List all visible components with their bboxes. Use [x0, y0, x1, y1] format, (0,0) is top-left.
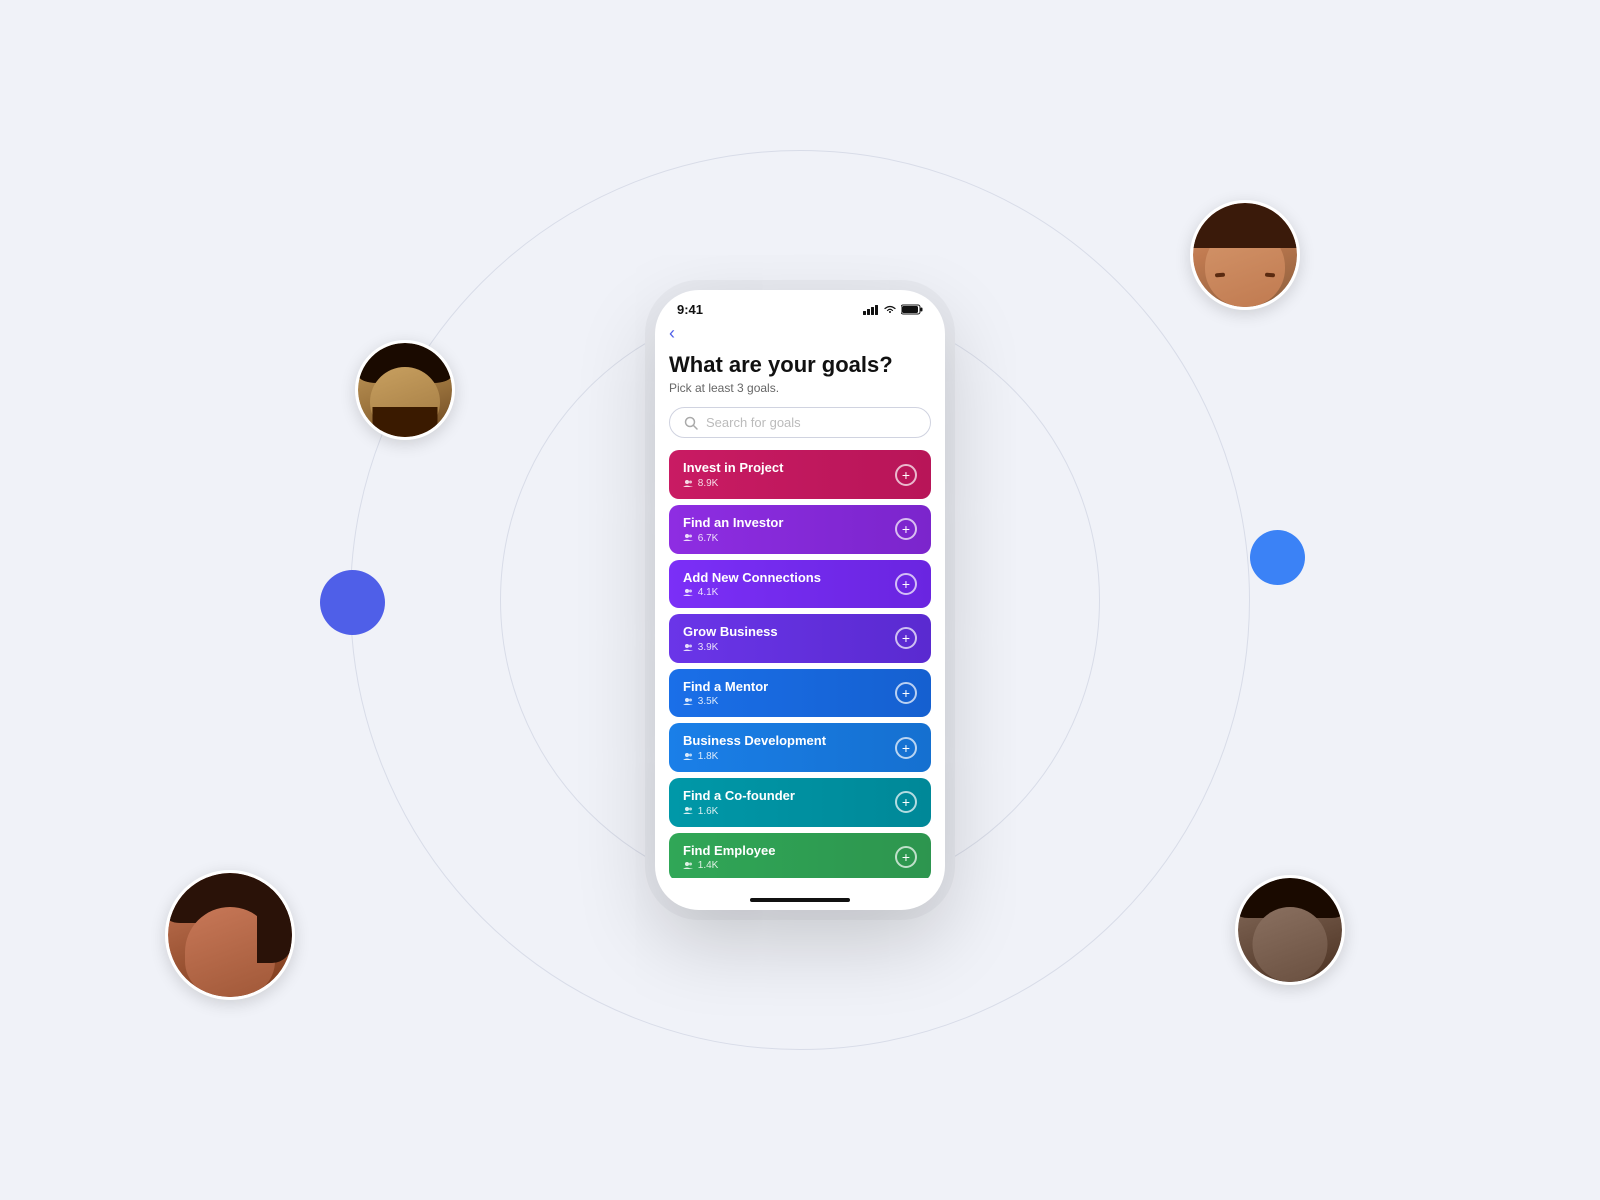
- goal-item[interactable]: Find an Investor 6.7K +: [669, 505, 931, 554]
- goal-name: Add New Connections: [683, 570, 821, 586]
- goal-add-button[interactable]: +: [895, 682, 917, 704]
- goal-count: 3.5K: [683, 696, 768, 707]
- goal-info: Find a Co-founder 1.6K: [683, 788, 795, 817]
- goal-info: Grow Business 3.9K: [683, 624, 778, 653]
- goal-name: Invest in Project: [683, 460, 783, 476]
- page-title: What are your goals?: [669, 352, 931, 378]
- goal-info: Find Employee 1.4K: [683, 843, 775, 872]
- goal-add-button[interactable]: +: [895, 573, 917, 595]
- status-bar: 9:41: [655, 290, 945, 323]
- goal-item[interactable]: Grow Business 3.9K +: [669, 614, 931, 663]
- goal-add-button[interactable]: +: [895, 518, 917, 540]
- goal-info: Business Development 1.8K: [683, 733, 826, 762]
- goal-item[interactable]: Find a Co-founder 1.6K +: [669, 778, 931, 827]
- page-subtitle: Pick at least 3 goals.: [669, 381, 931, 395]
- phone-mockup: 9:41 ‹ What are your goals?: [655, 290, 945, 910]
- goal-add-button[interactable]: +: [895, 791, 917, 813]
- goal-add-button[interactable]: +: [895, 846, 917, 868]
- goal-item[interactable]: Find a Mentor 3.5K +: [669, 669, 931, 718]
- goal-name: Business Development: [683, 733, 826, 749]
- goal-name: Find a Co-founder: [683, 788, 795, 804]
- goal-info: Add New Connections 4.1K: [683, 570, 821, 599]
- goals-list: Invest in Project 8.9K + Find an Investo…: [669, 450, 931, 878]
- search-icon: [684, 416, 698, 430]
- goal-count: 1.6K: [683, 806, 795, 817]
- avatar-bottom-left: [165, 870, 295, 1000]
- avatar-left: [355, 340, 455, 440]
- goal-item[interactable]: Business Development 1.8K +: [669, 723, 931, 772]
- search-placeholder: Search for goals: [706, 415, 801, 430]
- goal-count: 6.7K: [683, 533, 783, 544]
- goal-info: Find an Investor 6.7K: [683, 515, 783, 544]
- status-time: 9:41: [677, 302, 703, 317]
- back-button[interactable]: ‹: [669, 323, 931, 344]
- blue-dot-right: [1250, 530, 1305, 585]
- home-indicator: [750, 898, 850, 902]
- goal-info: Find a Mentor 3.5K: [683, 679, 768, 708]
- battery-icon: [901, 304, 923, 315]
- goal-count: 1.8K: [683, 751, 826, 762]
- goal-count: 3.9K: [683, 642, 778, 653]
- goal-name: Find a Mentor: [683, 679, 768, 695]
- goal-add-button[interactable]: +: [895, 737, 917, 759]
- goal-item[interactable]: Invest in Project 8.9K +: [669, 450, 931, 499]
- goal-item[interactable]: Add New Connections 4.1K +: [669, 560, 931, 609]
- phone-content: ‹ What are your goals? Pick at least 3 g…: [655, 323, 945, 892]
- avatar-top-right: [1190, 200, 1300, 310]
- goal-add-button[interactable]: +: [895, 627, 917, 649]
- goal-item[interactable]: Find Employee 1.4K +: [669, 833, 931, 878]
- goal-name: Grow Business: [683, 624, 778, 640]
- signal-icon: [863, 304, 879, 315]
- goal-name: Find Employee: [683, 843, 775, 859]
- goal-add-button[interactable]: +: [895, 464, 917, 486]
- blue-dot-left: [320, 570, 385, 635]
- goal-count: 1.4K: [683, 860, 775, 871]
- search-box[interactable]: Search for goals: [669, 407, 931, 438]
- goal-name: Find an Investor: [683, 515, 783, 531]
- goal-info: Invest in Project 8.9K: [683, 460, 783, 489]
- goal-count: 4.1K: [683, 587, 821, 598]
- status-icons: [863, 304, 923, 315]
- avatar-bottom-right: [1235, 875, 1345, 985]
- wifi-icon: [883, 304, 897, 315]
- goal-count: 8.9K: [683, 478, 783, 489]
